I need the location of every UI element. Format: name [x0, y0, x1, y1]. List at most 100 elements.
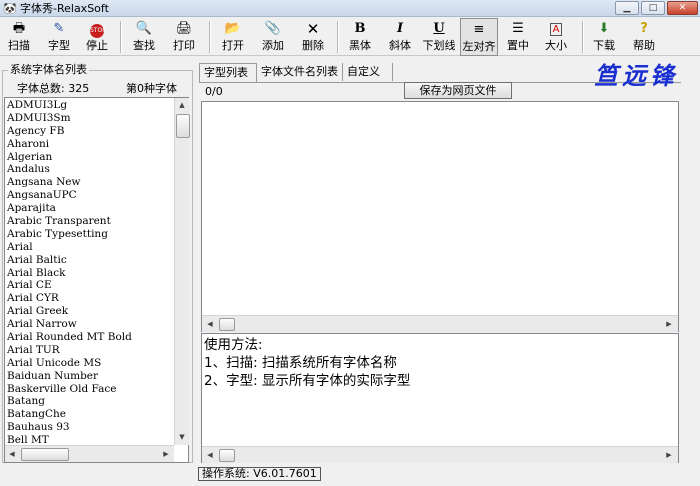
save-as-html-button[interactable]: 保存为网页文件 [404, 82, 512, 99]
center-label: 置中 [507, 39, 529, 52]
font-list-item[interactable]: Batang [7, 395, 173, 408]
font-list-item[interactable]: ADMUI3Sm [7, 112, 173, 125]
font-list-items: ADMUI3Lg ADMUI3Sm Agency FB Aharoni Algerian… [7, 99, 173, 445]
italic-label: 斜体 [389, 39, 411, 52]
font-list-item[interactable]: Aparajita [7, 202, 173, 215]
size-label: 大小 [545, 39, 567, 52]
glyph-preview-area[interactable]: ◀ ▶ [201, 101, 679, 332]
font-list-item[interactable]: Arial Black [7, 267, 173, 280]
printer-icon: 🖶 [12, 21, 26, 36]
close-button[interactable]: ✕ [667, 1, 698, 15]
font-list-item[interactable]: Bell MT [7, 434, 173, 445]
scroll-right-icon[interactable]: ▶ [664, 319, 674, 329]
help-hscroll[interactable]: ◀ ▶ [202, 446, 678, 463]
help-icon: ? [640, 21, 648, 36]
font-list-item[interactable]: Arial CE [7, 279, 173, 292]
stop-icon: STOP [81, 21, 113, 38]
font-list-vscroll[interactable]: ▲ ▼ [174, 98, 190, 445]
tab-custom[interactable]: 自定义 [343, 63, 393, 81]
help-text: 使用方法: 1、扫描: 扫描系统所有字体名称 2、字型: 显示所有字体的实际字型 [204, 336, 410, 390]
font-list-item[interactable]: Agency FB [7, 125, 173, 138]
tab-glyph-list[interactable]: 字型列表 [199, 63, 257, 83]
size-button[interactable]: A 大小 [540, 18, 572, 56]
font-list-item[interactable]: Arial Baltic [7, 254, 173, 267]
bold-icon: B [354, 21, 366, 36]
font-list-group-title: 系统字体名列表 [8, 63, 89, 76]
print-icon: 🖨 [175, 21, 193, 36]
glyph-button[interactable]: ✎ 字型 [40, 18, 78, 56]
scan-button[interactable]: 🖶 扫描 [3, 18, 35, 56]
stop-button[interactable]: STOP 停止 [81, 18, 113, 56]
align-left-label: 左对齐 [462, 40, 496, 53]
download-button[interactable]: ⬇ 下载 [588, 18, 620, 56]
scroll-right-icon[interactable]: ▶ [664, 450, 674, 460]
font-list-item[interactable]: ADMUI3Lg [7, 99, 173, 112]
font-list-item[interactable]: Algerian [7, 151, 173, 164]
scroll-thumb[interactable] [176, 114, 190, 138]
help-line-glyph: 2、字型: 显示所有字体的实际字型 [204, 373, 411, 389]
font-list-item[interactable]: Arial CYR [7, 292, 173, 305]
scroll-right-icon[interactable]: ▶ [161, 449, 171, 459]
scroll-left-icon[interactable]: ◀ [7, 449, 17, 459]
font-list-item[interactable]: Baiduan Number [7, 370, 173, 383]
help-line-scan: 1、扫描: 扫描系统所有字体名称 [204, 355, 397, 371]
scroll-up-icon[interactable]: ▲ [177, 100, 187, 110]
font-list-item[interactable]: Arial TUR [7, 344, 173, 357]
status-bar [0, 464, 700, 486]
glyph-count: 0/0 [205, 85, 223, 98]
help-label: 帮助 [633, 39, 655, 52]
align-left-button[interactable]: ≡ 左对齐 [460, 18, 498, 56]
open-label: 打开 [222, 39, 244, 52]
underline-button[interactable]: U 下划线 [420, 18, 458, 56]
font-list-item[interactable]: Arial Greek [7, 305, 173, 318]
italic-icon: I [396, 21, 404, 36]
scroll-thumb[interactable] [219, 449, 235, 462]
scan-label: 扫描 [8, 39, 30, 52]
font-list-item[interactable]: Baskerville Old Face [7, 383, 173, 396]
underline-label: 下划线 [422, 39, 456, 52]
paperclip-icon: 📎 [264, 21, 282, 36]
add-button[interactable]: 📎 添加 [256, 18, 290, 56]
font-list-item[interactable]: Arabic Typesetting [7, 228, 173, 241]
font-list-item[interactable]: Arabic Transparent [7, 215, 173, 228]
font-list-item[interactable]: AngsanaUPC [7, 189, 173, 202]
folder-open-icon: 📂 [224, 21, 242, 36]
font-list-item[interactable]: Arial Narrow [7, 318, 173, 331]
scroll-thumb[interactable] [21, 448, 69, 461]
maximize-button[interactable]: □ [641, 1, 665, 15]
scroll-left-icon[interactable]: ◀ [205, 319, 215, 329]
scroll-left-icon[interactable]: ◀ [205, 450, 215, 460]
font-list[interactable]: ADMUI3Lg ADMUI3Sm Agency FB Aharoni Algerian… [4, 97, 190, 463]
italic-button[interactable]: I 斜体 [384, 18, 416, 56]
help-text-area[interactable]: 使用方法: 1、扫描: 扫描系统所有字体名称 2、字型: 显示所有字体的实际字型… [201, 333, 679, 463]
font-list-hscroll[interactable]: ◀ ▶ [5, 445, 174, 462]
underline-icon: U [433, 21, 445, 36]
help-title: 使用方法: [204, 337, 263, 353]
delete-button[interactable]: ✕ 删除 [296, 18, 330, 56]
delete-label: 删除 [302, 39, 324, 52]
window-title: 字体秀-RelaxSoft [20, 2, 109, 15]
tab-font-file-list[interactable]: 字体文件名列表 [257, 63, 343, 81]
add-label: 添加 [262, 39, 284, 52]
toolbar-separator [209, 21, 211, 53]
toolbar-separator [120, 21, 122, 53]
find-button[interactable]: 🔍 查找 [128, 18, 160, 56]
center-button[interactable]: ☰ 置中 [502, 18, 534, 56]
font-list-item[interactable]: BatangChe [7, 408, 173, 421]
scroll-thumb[interactable] [219, 318, 235, 331]
font-list-item[interactable]: Arial [7, 241, 173, 254]
print-button[interactable]: 🖨 打印 [168, 18, 200, 56]
font-list-item[interactable]: Arial Rounded MT Bold [7, 331, 173, 344]
font-list-item[interactable]: Aharoni [7, 138, 173, 151]
help-button[interactable]: ? 帮助 [628, 18, 660, 56]
minimize-button[interactable]: ▁ [615, 1, 639, 15]
scroll-down-icon[interactable]: ▼ [177, 432, 187, 442]
preview-hscroll[interactable]: ◀ ▶ [202, 315, 678, 332]
font-list-item[interactable]: Angsana New [7, 176, 173, 189]
font-list-item[interactable]: Andalus [7, 163, 173, 176]
open-button[interactable]: 📂 打开 [216, 18, 250, 56]
font-list-item[interactable]: Arial Unicode MS [7, 357, 173, 370]
toolbar: 🖶 扫描 ✎ 字型 STOP 停止 🔍 查找 🖨 打印 📂 打开 📎 添加 ✕ … [0, 18, 700, 56]
font-list-item[interactable]: Bauhaus 93 [7, 421, 173, 434]
bold-button[interactable]: B 黑体 [344, 18, 376, 56]
